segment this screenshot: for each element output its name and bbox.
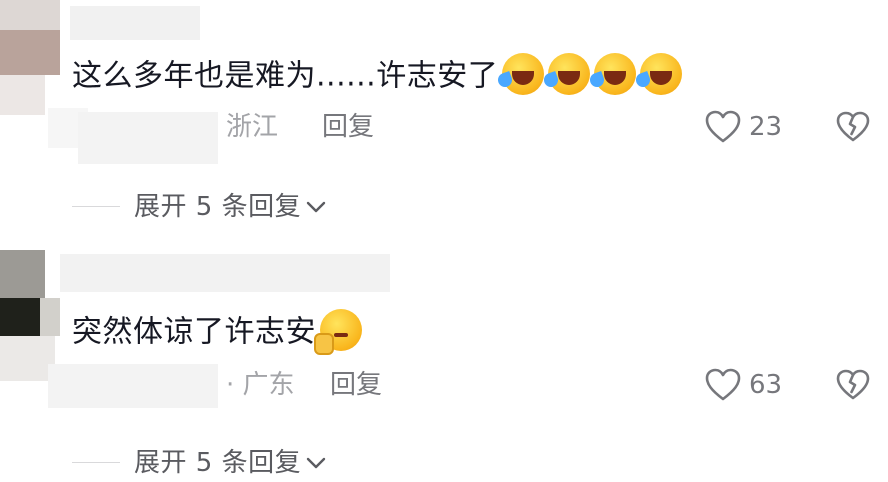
expand-replies-row: 展开 5 条回复 — [0, 446, 888, 480]
rofl-emoji — [542, 53, 591, 95]
divider — [72, 206, 120, 207]
location-label: · 广东 — [226, 370, 295, 400]
meta-blur-block — [78, 112, 218, 164]
comment-item: 突然体谅了许志安 · 广东 回复 63 展开 5 条回复 — [0, 250, 888, 482]
like-count: 63 — [749, 370, 783, 400]
divider — [72, 462, 120, 463]
expand-replies-label: 展开 5 条回复 — [134, 192, 302, 222]
comment-item: 这么多年也是难为......许志安了 浙江 回复 23 展开 5 条回复 — [0, 0, 888, 240]
expand-replies-label: 展开 5 条回复 — [134, 448, 302, 478]
rofl-emoji — [634, 53, 683, 95]
chevron-down-icon — [306, 201, 326, 213]
thinking-emoji — [314, 309, 362, 355]
avatar[interactable] — [0, 0, 60, 30]
comment-text: 突然体谅了许志安 — [72, 309, 362, 355]
username-blurred[interactable] — [70, 6, 200, 40]
dislike-button[interactable] — [836, 108, 872, 146]
comment-text-content: 这么多年也是难为......许志安了 — [72, 58, 499, 94]
avatar-blur-block — [0, 75, 45, 115]
expand-replies-button[interactable]: 展开 5 条回复 — [134, 190, 327, 224]
broken-heart-icon — [836, 111, 870, 142]
like-count: 23 — [749, 112, 783, 142]
broken-heart-icon — [836, 369, 870, 400]
like-button[interactable]: 63 — [705, 366, 782, 404]
username-blurred[interactable] — [60, 254, 390, 292]
avatar-blur-block — [0, 298, 40, 336]
expand-replies-row: 展开 5 条回复 — [0, 190, 888, 224]
rofl-emoji — [588, 53, 637, 95]
like-button[interactable]: 23 — [705, 108, 782, 146]
rofl-emoji — [496, 53, 545, 95]
heart-outline-icon — [705, 368, 741, 401]
location-label: 浙江 — [226, 112, 279, 142]
dislike-button[interactable] — [836, 366, 872, 404]
avatar-blur-block — [40, 298, 60, 336]
reply-button[interactable]: 回复 — [322, 110, 374, 144]
comment-text-content: 突然体谅了许志安 — [72, 314, 316, 350]
avatar-blur-block — [0, 336, 55, 381]
avatar[interactable] — [0, 250, 45, 298]
meta-blur-block — [48, 364, 218, 408]
reply-button[interactable]: 回复 — [330, 368, 382, 402]
avatar-blur-block — [0, 30, 60, 75]
comment-text: 这么多年也是难为......许志安了 — [72, 53, 683, 98]
expand-replies-button[interactable]: 展开 5 条回复 — [134, 446, 327, 480]
chevron-down-icon — [306, 457, 326, 469]
heart-outline-icon — [705, 110, 741, 143]
